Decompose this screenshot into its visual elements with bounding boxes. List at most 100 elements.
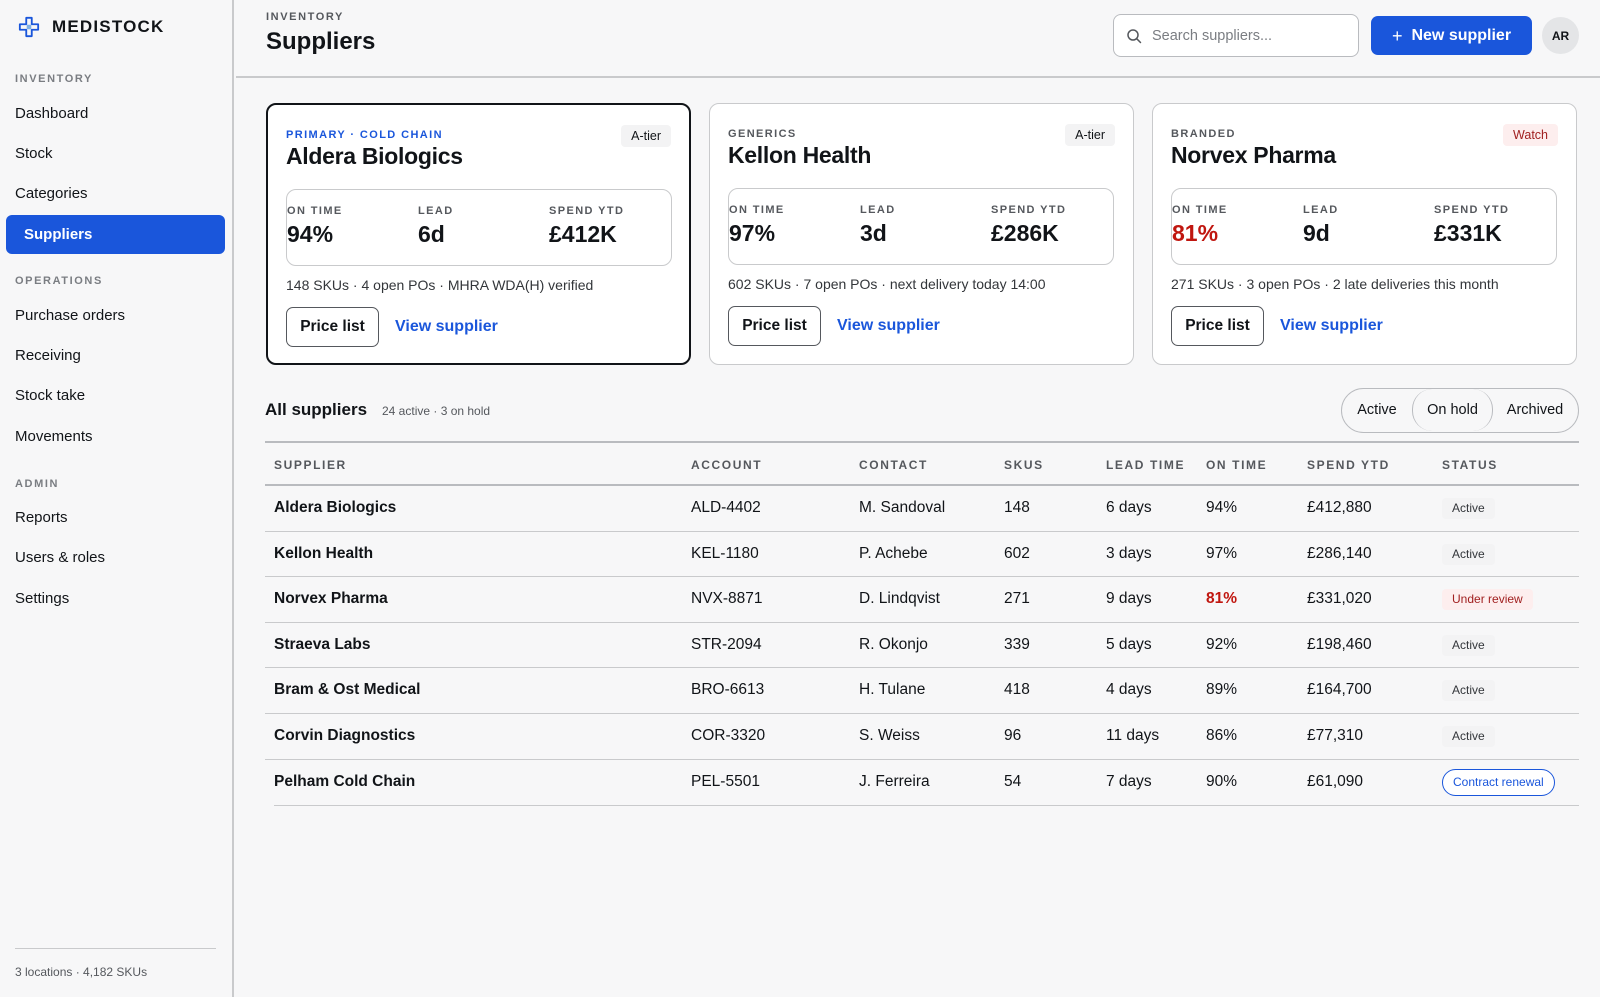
- sidebar-item-reports[interactable]: Reports: [6, 498, 225, 537]
- table-row[interactable]: Bram & Ost Medical BRO-6613 H. Tulane 41…: [265, 668, 1579, 714]
- stat-on-time: ON TIME 97%: [729, 204, 785, 247]
- stat-lead: LEAD 6d: [418, 205, 454, 248]
- stat-value: 81%: [1172, 220, 1219, 246]
- sidebar-item-settings[interactable]: Settings: [6, 579, 225, 618]
- cell-skus: 148: [1004, 499, 1030, 516]
- cell-contact: P. Achebe: [859, 544, 928, 562]
- table-row[interactable]: Norvex Pharma NVX-8871 D. Lindqvist 271 …: [265, 577, 1579, 623]
- sidebar-item-dashboard[interactable]: Dashboard: [6, 94, 225, 133]
- cell-supplier[interactable]: Corvin Diagnostics: [274, 727, 415, 745]
- cell-account: ALD-4402: [691, 499, 761, 516]
- search-icon: [1127, 28, 1142, 43]
- cell-on-time: 90%: [1206, 772, 1238, 790]
- stat-label: ON TIME: [287, 205, 343, 217]
- search-box[interactable]: [1113, 14, 1359, 57]
- sidebar-item-purchase-orders[interactable]: Purchase orders: [6, 296, 225, 335]
- cell-spend-ytd: £412,880: [1307, 499, 1372, 516]
- search-input[interactable]: [1152, 27, 1352, 44]
- card-supplier-name: Kellon Health: [728, 142, 872, 168]
- stat-label: SPEND YTD: [991, 204, 1067, 216]
- cell-on-time: 89%: [1206, 681, 1238, 699]
- table-row[interactable]: Corvin Diagnostics COR-3320 S. Weiss 96 …: [265, 714, 1579, 760]
- sidebar-item-movements[interactable]: Movements: [6, 417, 225, 456]
- cell-contact: M. Sandoval: [859, 499, 946, 516]
- card-tag: GENERICS: [728, 128, 797, 140]
- card-meta: 271 SKUs · 3 open POs · 2 late deliverie…: [1171, 276, 1499, 292]
- sidebar-item-users-roles[interactable]: Users & roles: [6, 538, 225, 577]
- supplier-card[interactable]: BRANDED Norvex Pharma Watch ON TIME 81% …: [1152, 103, 1577, 365]
- card-tag: PRIMARY · COLD CHAIN: [286, 129, 443, 141]
- price-list-button[interactable]: Price list: [286, 307, 379, 347]
- cell-contact: H. Tulane: [859, 681, 926, 699]
- cell-supplier[interactable]: Kellon Health: [274, 545, 373, 563]
- column-supplier[interactable]: SUPPLIER: [274, 458, 347, 472]
- column-skus[interactable]: SKUS: [1004, 458, 1044, 472]
- page-header: INVENTORY Suppliers + New supplier AR: [236, 0, 1600, 78]
- brand[interactable]: MEDISTOCK: [18, 16, 165, 38]
- cell-skus: 602: [1004, 544, 1030, 562]
- stat-label: LEAD: [418, 205, 454, 217]
- table-row[interactable]: Straeva Labs STR-2094 R. Okonjo 339 5 da…: [265, 623, 1579, 669]
- card-stats: ON TIME 94% LEAD 6d SPEND YTD £412K: [286, 189, 672, 266]
- cell-supplier[interactable]: Aldera Biologics: [274, 499, 396, 517]
- view-supplier-link[interactable]: View supplier: [395, 318, 498, 336]
- column-contact[interactable]: CONTACT: [859, 458, 928, 472]
- column-on-time[interactable]: ON TIME: [1206, 458, 1267, 472]
- filter-active[interactable]: Active: [1342, 389, 1412, 431]
- cell-skus: 271: [1004, 590, 1030, 608]
- cell-supplier[interactable]: Norvex Pharma: [274, 590, 388, 608]
- card-stats: ON TIME 81% LEAD 9d SPEND YTD £331K: [1171, 188, 1557, 265]
- table-row[interactable]: Pelham Cold Chain PEL-5501 J. Ferreira 5…: [265, 760, 1579, 807]
- stat-value: 97%: [729, 220, 776, 246]
- status-badge: Active: [1442, 680, 1495, 702]
- sidebar-item-suppliers[interactable]: Suppliers: [6, 215, 225, 254]
- tier-badge: A-tier: [621, 125, 671, 147]
- cell-skus: 54: [1004, 772, 1022, 790]
- new-supplier-label: New supplier: [1411, 26, 1512, 44]
- stat-label: ON TIME: [729, 204, 785, 216]
- stat-label: LEAD: [1303, 204, 1339, 216]
- filter-on-hold[interactable]: On hold: [1412, 389, 1493, 431]
- stat-value: £286K: [991, 220, 1059, 246]
- sidebar-item-categories[interactable]: Categories: [6, 174, 225, 213]
- sidebar-item-stock-take[interactable]: Stock take: [6, 376, 225, 415]
- cell-lead-time: 5 days: [1106, 635, 1152, 653]
- cell-contact: J. Ferreira: [859, 772, 930, 790]
- supplier-card[interactable]: PRIMARY · COLD CHAIN Aldera Biologics A-…: [266, 103, 691, 365]
- stat-on-time: ON TIME 81%: [1172, 204, 1228, 247]
- cell-spend-ytd: £286,140: [1307, 544, 1372, 562]
- contract-renewal-badge[interactable]: Contract renewal: [1442, 768, 1555, 796]
- sidebar: MEDISTOCK INVENTORY Dashboard Stock Cate…: [0, 0, 234, 997]
- price-list-button[interactable]: Price list: [1171, 306, 1264, 346]
- cell-spend-ytd: £331,020: [1307, 590, 1372, 608]
- page-title: Suppliers: [266, 28, 376, 55]
- sidebar-item-receiving[interactable]: Receiving: [6, 336, 225, 375]
- stat-spend-ytd: SPEND YTD £412K: [549, 205, 624, 248]
- status-badge: Active: [1442, 725, 1495, 747]
- supplier-card[interactable]: GENERICS Kellon Health A-tier ON TIME 97…: [709, 103, 1134, 365]
- column-account[interactable]: ACCOUNT: [691, 458, 762, 472]
- view-supplier-link[interactable]: View supplier: [1280, 317, 1383, 335]
- avatar[interactable]: AR: [1542, 17, 1579, 54]
- table-bottom-divider: [274, 804, 1579, 807]
- cell-account: STR-2094: [691, 635, 762, 653]
- cell-supplier[interactable]: Bram & Ost Medical: [274, 681, 420, 699]
- sidebar-footer: 3 locations · 4,182 SKUs: [15, 965, 148, 979]
- table-row[interactable]: Aldera Biologics ALD-4402 M. Sandoval 14…: [265, 486, 1579, 532]
- cell-supplier[interactable]: Pelham Cold Chain: [274, 773, 415, 791]
- sidebar-item-stock[interactable]: Stock: [6, 134, 225, 173]
- new-supplier-button[interactable]: + New supplier: [1371, 16, 1532, 55]
- column-lead-time[interactable]: LEAD TIME: [1106, 458, 1185, 472]
- breadcrumb[interactable]: INVENTORY: [266, 11, 344, 23]
- suppliers-table: SUPPLIER ACCOUNT CONTACT SKUS LEAD TIME …: [265, 441, 1579, 807]
- cell-spend-ytd: £77,310: [1307, 726, 1364, 744]
- column-status[interactable]: STATUS: [1442, 458, 1498, 472]
- cell-contact: D. Lindqvist: [859, 590, 940, 608]
- view-supplier-link[interactable]: View supplier: [837, 317, 940, 335]
- cell-supplier[interactable]: Straeva Labs: [274, 636, 371, 654]
- filter-archived[interactable]: Archived: [1493, 389, 1577, 431]
- column-spend-ytd[interactable]: SPEND YTD: [1307, 458, 1390, 472]
- price-list-button[interactable]: Price list: [728, 306, 821, 346]
- cell-lead-time: 6 days: [1106, 499, 1152, 516]
- table-row[interactable]: Kellon Health KEL-1180 P. Achebe 602 3 d…: [265, 532, 1579, 578]
